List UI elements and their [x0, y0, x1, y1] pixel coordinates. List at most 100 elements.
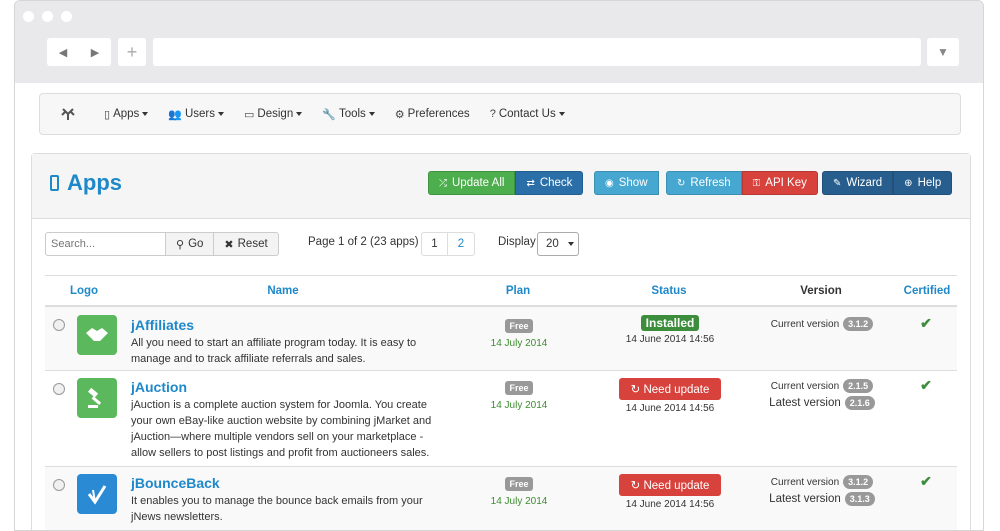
header-status[interactable]: Status [593, 285, 745, 297]
nav-users[interactable]: 👥 Users [168, 108, 225, 121]
magic-wand-icon: ✎ [833, 177, 842, 189]
plan-cell: Free 14 July 2014 [477, 318, 561, 349]
go-button[interactable]: ⚲ Go [166, 232, 215, 256]
app-name-link[interactable]: jAffiliates [131, 317, 194, 333]
close-icon: ✖ [224, 238, 234, 251]
version-cell: Current version 3.1.2 [757, 317, 887, 334]
search-input[interactable] [45, 232, 166, 256]
need-update-button[interactable]: ↻ Need update [618, 474, 722, 496]
plan-cell: Free 14 July 2014 [477, 476, 561, 507]
help-button-group: ✎ Wizard ⊕ Help [822, 171, 953, 195]
chevron-down-icon [568, 242, 574, 246]
api-key-label: API Key [765, 177, 807, 189]
header-plan[interactable]: Plan [443, 285, 593, 297]
pagination: 1 2 [421, 232, 475, 256]
check-button[interactable]: ⇄ Check [515, 171, 584, 195]
header-version: Version [800, 284, 842, 297]
header-name[interactable]: Name [123, 285, 443, 297]
refresh-icon: ↻ [630, 480, 644, 492]
nav-tools-label: Tools [338, 108, 366, 120]
caret-down-icon [296, 112, 303, 116]
table-row: jAuction jAuction is a complete auction … [45, 371, 957, 467]
current-version-badge: 3.1.2 [843, 475, 874, 489]
brand-logo-icon[interactable] [60, 104, 80, 124]
nav-design[interactable]: ▭ Design [244, 108, 303, 121]
plan-date: 14 July 2014 [490, 496, 548, 507]
wrench-icon: 🔧 [322, 108, 336, 121]
back-arrow-icon[interactable]: ◀ [47, 38, 79, 66]
app-name-link[interactable]: jBounceBack [131, 475, 220, 491]
row-select-radio[interactable] [53, 319, 65, 331]
show-button[interactable]: ◉ Show [594, 171, 659, 195]
app-description: It enables you to manage the bounce back… [131, 495, 423, 523]
current-version-label: Current version [770, 476, 840, 488]
apps-panel: Apps ⤮ Update All ⇄ Check ◉ Show ↻ Refresh [31, 153, 971, 530]
app-description: All you need to start an affiliate progr… [131, 337, 417, 365]
status-date: 14 June 2014 14:56 [625, 499, 715, 510]
need-update-button[interactable]: ↻ Need update [618, 378, 722, 400]
plan-badge: Free [505, 319, 533, 333]
browser-menu-button[interactable]: ▼ [927, 38, 959, 66]
phone-icon: ▯ [104, 108, 111, 121]
app-name-link[interactable]: jAuction [131, 379, 187, 395]
update-all-label: Update All [452, 177, 505, 189]
row-select-radio[interactable] [53, 383, 65, 395]
help-label: Help [917, 177, 942, 189]
view-button-group: ◉ Show [594, 171, 659, 195]
search-bar: ⚲Go ✖Reset [45, 232, 279, 256]
lifebuoy-icon: ⊕ [904, 177, 913, 189]
window-controls [23, 11, 72, 22]
latest-version-badge: 3.1.3 [844, 492, 875, 506]
update-all-button[interactable]: ⤮ Update All [428, 171, 516, 195]
certified-check-icon: ✔ [920, 315, 932, 331]
row-select-radio[interactable] [53, 479, 65, 491]
refresh-button-group: ↻ Refresh ⚿ API Key [666, 171, 818, 195]
wizard-label: Wizard [846, 177, 883, 189]
shuffle-icon: ⤮ [439, 177, 447, 189]
page-title: Apps [50, 170, 122, 196]
minimize-window-dot[interactable] [42, 11, 53, 22]
latest-version: Latest version 3.1.3 [757, 492, 887, 506]
api-key-button[interactable]: ⚿ API Key [741, 171, 818, 195]
nav-tools[interactable]: 🔧 Tools [322, 108, 375, 121]
refresh-button[interactable]: ↻ Refresh [666, 171, 742, 195]
nav-preferences[interactable]: ⚙ Preferences [395, 108, 470, 121]
plan-cell: Free 14 July 2014 [477, 380, 561, 411]
main-navbar: ▯ Apps 👥 Users ▭ Design 🔧 Tools ⚙ Prefer… [39, 93, 961, 135]
update-button-group: ⤮ Update All ⇄ Check [428, 171, 584, 195]
table-header: Logo Name Plan Status Version Certified [45, 275, 957, 307]
status-badge: Installed [640, 315, 700, 331]
plan-date: 14 July 2014 [490, 400, 548, 411]
current-version-badge: 2.1.5 [843, 379, 874, 393]
page-title-text: Apps [67, 170, 122, 195]
nav-preferences-label: Preferences [407, 108, 470, 120]
nav-apps-label: Apps [113, 108, 140, 120]
refresh-icon: ↻ [677, 177, 686, 189]
close-window-dot[interactable] [23, 11, 34, 22]
phone-icon [50, 175, 59, 191]
header-logo[interactable]: Logo [45, 285, 123, 297]
forward-arrow-icon[interactable]: ▶ [79, 38, 111, 66]
need-update-label: Need update [643, 384, 710, 396]
version-cell: Current version 3.1.2 Latest version 3.1… [757, 475, 887, 509]
header-certified[interactable]: Certified [897, 285, 957, 297]
new-tab-button[interactable]: + [118, 38, 146, 66]
reset-button[interactable]: ✖ Reset [214, 232, 279, 256]
page-1-link[interactable]: 1 [421, 232, 448, 256]
wizard-button[interactable]: ✎ Wizard [822, 171, 894, 195]
help-button[interactable]: ⊕ Help [893, 171, 953, 195]
gears-icon: ⚙ [394, 108, 405, 121]
address-bar[interactable] [153, 38, 921, 66]
maximize-window-dot[interactable] [61, 11, 72, 22]
current-version-label: Current version [770, 318, 840, 330]
reset-label: Reset [237, 238, 268, 250]
display-label: Display [498, 236, 536, 248]
status-cell: ↻ Need update 14 June 2014 14:56 [605, 378, 735, 414]
go-label: Go [188, 238, 204, 250]
page-2-link[interactable]: 2 [448, 232, 475, 256]
display-count-select[interactable]: 20 [537, 232, 579, 256]
nav-contact-us[interactable]: ? Contact Us [490, 108, 565, 120]
status-cell: Installed 14 June 2014 14:56 [605, 315, 735, 345]
nav-apps[interactable]: ▯ Apps [104, 108, 149, 121]
app-description: jAuction is a complete auction system fo… [131, 399, 432, 459]
